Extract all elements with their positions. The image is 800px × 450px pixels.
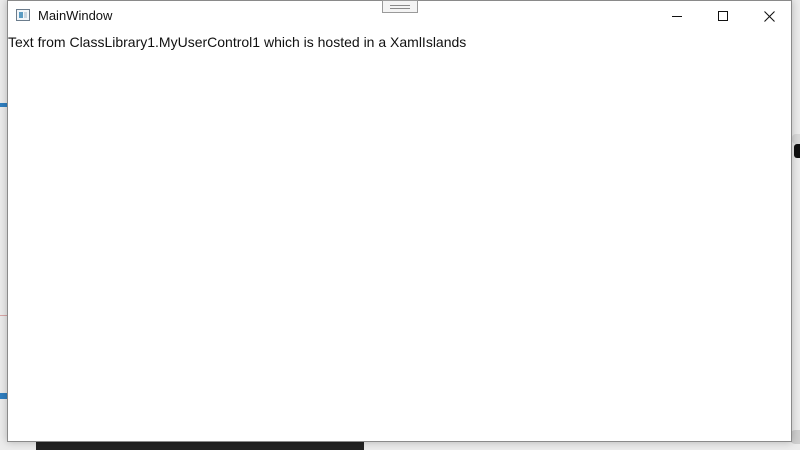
main-window: MainWindow Text from ClassLibrary1.MyUse… [7, 0, 792, 442]
minimize-button[interactable] [654, 1, 700, 31]
window-content: Text from ClassLibrary1.MyUserControl1 w… [8, 31, 791, 441]
background-terminal-fragment [36, 442, 364, 450]
maximize-icon [718, 11, 728, 21]
window-app-icon[interactable] [16, 9, 30, 21]
drag-grip-handle[interactable] [382, 0, 418, 13]
background-right-fragment [792, 126, 800, 158]
close-button[interactable] [746, 1, 792, 31]
window-title: MainWindow [38, 8, 113, 23]
close-icon [763, 10, 775, 22]
minimize-icon [672, 16, 682, 17]
title-bar[interactable]: MainWindow [8, 0, 792, 31]
maximize-button[interactable] [700, 1, 746, 31]
hosted-control-text: Text from ClassLibrary1.MyUserControl1 w… [8, 34, 467, 50]
